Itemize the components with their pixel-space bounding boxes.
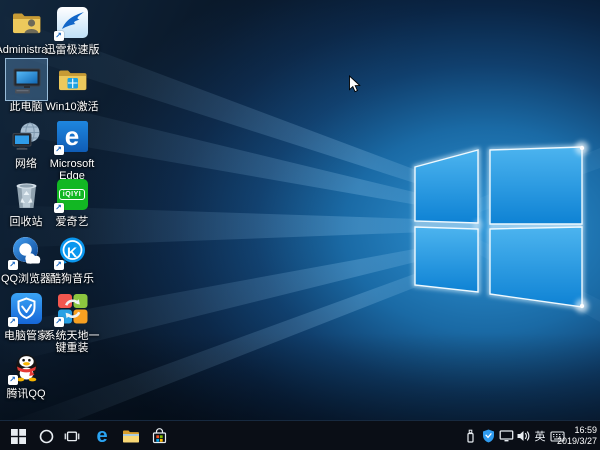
folder-windows-icon	[56, 63, 89, 96]
icon-label: 迅雷极速版	[40, 44, 104, 56]
security-shield-icon[interactable]	[480, 421, 497, 450]
microsoft-store-button[interactable]	[146, 421, 172, 450]
mouse-cursor	[348, 75, 361, 93]
task-view-button[interactable]	[60, 421, 84, 450]
iqiyi-wordmark-text: iQIYI	[59, 189, 85, 200]
desktop-icon-kugou-music[interactable]: K ↗ 酷狗音乐	[40, 235, 104, 285]
shortcut-arrow-icon: ↗	[8, 317, 18, 327]
folder-icon	[122, 429, 140, 444]
taskbar-clock[interactable]: 16:59 2019/3/27	[545, 421, 597, 450]
shortcut-arrow-icon: ↗	[54, 31, 64, 41]
icon-label: 爱奇艺	[40, 216, 104, 228]
ime-language-text: 英	[535, 428, 546, 444]
user-folder-icon	[10, 6, 43, 39]
cortana-search-button[interactable]	[34, 421, 58, 450]
usb-device-icon[interactable]	[462, 421, 479, 450]
shortcut-arrow-icon: ↗	[54, 317, 64, 327]
network-display-icon	[499, 429, 514, 443]
shortcut-arrow-icon: ↗	[54, 145, 64, 155]
clock-time: 16:59	[545, 425, 597, 436]
network-status-icon[interactable]	[498, 421, 515, 450]
cortana-circle-icon	[39, 429, 54, 444]
desktop-icon-win10-activation[interactable]: Win10激活	[40, 63, 104, 113]
desktop-icon-thunder[interactable]: ↗ 迅雷极速版	[40, 6, 104, 56]
desktop-icon-system-reinstall[interactable]: ↗ 系统天地一键重装	[40, 292, 104, 354]
desktop-icon-microsoft-edge[interactable]: e ↗ Microsoft Edge	[40, 120, 104, 182]
windows-logo-icon	[11, 429, 26, 444]
start-button[interactable]	[4, 421, 32, 450]
computer-icon	[10, 63, 43, 96]
recycle-bin-icon	[10, 178, 43, 211]
windows-hero-logo	[398, 128, 598, 318]
windows-desktop: Administra... ↗ 迅雷极速版	[0, 0, 600, 450]
desktop-icon-tencent-qq[interactable]: ↗ 腾讯QQ	[0, 350, 58, 400]
icon-label: Win10激活	[40, 101, 104, 113]
shortcut-arrow-icon: ↗	[8, 375, 18, 385]
volume-icon[interactable]	[515, 421, 532, 450]
store-bag-icon	[151, 428, 168, 445]
network-globe-icon	[10, 120, 43, 153]
shortcut-arrow-icon: ↗	[8, 260, 18, 270]
shortcut-arrow-icon: ↗	[54, 203, 64, 213]
task-view-icon	[64, 429, 80, 444]
usb-icon	[464, 429, 477, 444]
selection-highlight	[10, 63, 43, 96]
icon-label: 酷狗音乐	[40, 273, 104, 285]
taskbar-edge-button[interactable]: e	[88, 421, 116, 450]
edge-icon: e	[96, 426, 107, 446]
desktop-icon-iqiyi[interactable]: iQIYI ↗ 爱奇艺	[40, 178, 104, 228]
shortcut-arrow-icon: ↗	[54, 260, 64, 270]
taskbar: e	[0, 420, 600, 450]
speaker-icon	[516, 429, 531, 443]
clock-date: 2019/3/27	[545, 436, 597, 447]
shield-icon	[482, 429, 495, 443]
file-explorer-button[interactable]	[118, 421, 144, 450]
icon-label: 腾讯QQ	[0, 388, 58, 400]
